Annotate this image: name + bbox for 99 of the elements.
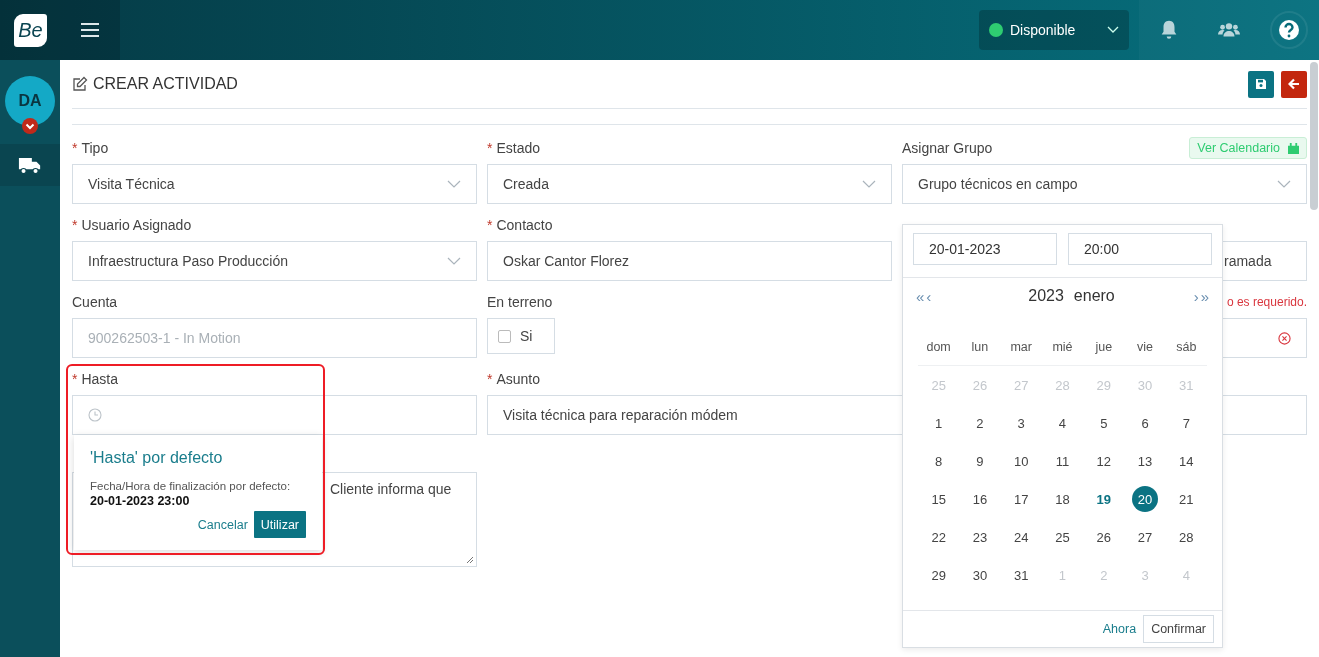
required-mark: * (72, 216, 78, 235)
calendar-day[interactable]: 7 (1173, 410, 1200, 436)
weekday-label: sáb (1175, 340, 1198, 354)
input-field[interactable] (72, 395, 477, 435)
calendar-day[interactable]: 13 (1132, 448, 1159, 474)
use-button[interactable]: Utilizar (253, 511, 306, 538)
calendar-day[interactable]: 6 (1132, 410, 1159, 436)
save-button[interactable] (1248, 70, 1274, 98)
calendar-day[interactable]: 27 (1132, 524, 1159, 550)
previous-month-button[interactable]: ‹ (925, 287, 933, 305)
input-field[interactable]: Oskar Cantor Florez (487, 241, 892, 281)
weekday-label: vie (1136, 340, 1155, 354)
calendar-day[interactable]: 19 (1090, 486, 1117, 512)
calendar-day[interactable]: 23 (966, 524, 993, 550)
confirm-button[interactable]: Confirmar (1143, 615, 1214, 643)
field-label: Asignar Grupo (902, 139, 993, 158)
field-label: Tipo (81, 139, 109, 158)
checkbox[interactable]: Si (487, 318, 555, 354)
chevron-down-icon (862, 180, 876, 188)
next-year-button[interactable]: » (1199, 287, 1210, 305)
next-month-button[interactable]: › (1192, 287, 1200, 305)
clock-icon (88, 408, 102, 422)
select-field[interactable]: Creada (487, 164, 892, 204)
logo[interactable]: Be (14, 13, 47, 47)
calendar-day[interactable]: 22 (925, 524, 952, 550)
time-field[interactable]: 20:00 (1068, 233, 1212, 265)
calendar-day[interactable]: 8 (925, 448, 952, 474)
scrollbar[interactable] (1310, 62, 1318, 210)
calendar-day[interactable]: 14 (1173, 448, 1200, 474)
required-mark: * (72, 139, 78, 158)
month-label[interactable]: enero (1073, 287, 1115, 305)
chevron-badge-icon[interactable] (22, 118, 38, 134)
weekday-label: mar (1009, 340, 1033, 354)
user-avatar[interactable]: DA (5, 76, 55, 126)
required-mark: * (487, 216, 493, 235)
help-icon[interactable] (1270, 11, 1308, 49)
calendar-day[interactable]: 10 (1008, 448, 1035, 474)
menu-icon[interactable] (80, 22, 100, 38)
weekday-label: jue (1094, 340, 1114, 354)
select-field[interactable]: Infraestructura Paso Producción (72, 241, 477, 281)
calendar-day[interactable]: 3 (1008, 410, 1035, 436)
chevron-down-icon (447, 180, 461, 188)
popover-text: Fecha/Hora de finalización por defecto: (90, 480, 292, 492)
calendar-day[interactable]: 4 (1049, 410, 1076, 436)
calendar-icon (1288, 142, 1299, 154)
required-mark: * (487, 139, 493, 158)
arrow-left-icon (1288, 78, 1300, 90)
required-mark: * (72, 370, 78, 389)
back-button[interactable] (1281, 70, 1307, 98)
status-dropdown[interactable]: Disponible (979, 10, 1129, 50)
select-field[interactable]: Visita Técnica (72, 164, 477, 204)
calendar-day[interactable]: 17 (1008, 486, 1035, 512)
calendar-day[interactable]: 26 (1090, 524, 1117, 550)
year-label[interactable]: 2023 (1028, 287, 1064, 305)
save-icon (1255, 78, 1267, 90)
calendar-day[interactable]: 1 (925, 410, 952, 436)
calendar-day[interactable]: 15 (925, 486, 952, 512)
weekday-label: dom (925, 340, 952, 354)
field-label: Asunto (496, 370, 541, 389)
previous-year-button[interactable]: « (915, 287, 926, 305)
calendar-day[interactable]: 25 (1049, 524, 1076, 550)
edit-icon (72, 76, 88, 92)
calendar-day[interactable]: 31 (1008, 562, 1035, 588)
calendar-day[interactable]: 9 (966, 448, 993, 474)
field-label: Estado (496, 139, 541, 158)
truck-icon[interactable] (18, 155, 42, 175)
field-label: Usuario Asignado (81, 216, 192, 235)
calendar-day[interactable]: 24 (1008, 524, 1035, 550)
required-mark: * (487, 370, 493, 389)
field-label: Contacto (496, 216, 553, 235)
page-title: CREAR ACTIVIDAD (93, 75, 239, 93)
chevron-down-icon (1107, 26, 1119, 34)
calendar-day[interactable]: 5 (1090, 410, 1117, 436)
calendar-day[interactable]: 18 (1049, 486, 1076, 512)
field-label: En terreno (487, 293, 553, 312)
resize-grip-icon (466, 556, 474, 564)
clear-icon[interactable] (1278, 331, 1291, 345)
calendar-day[interactable]: 29 (925, 562, 952, 588)
weekday-label: lun (970, 340, 990, 354)
field-label: Hasta (81, 370, 119, 389)
chevron-down-icon (1277, 180, 1291, 188)
weekday-label: mié (1051, 340, 1074, 354)
default-datetime: 20-01-2023 23:00 (90, 494, 191, 508)
field-label: Cuenta (72, 293, 118, 312)
date-field[interactable]: 20-01-2023 (913, 233, 1057, 265)
calendar-day[interactable]: 2 (966, 410, 993, 436)
cancel-link[interactable]: Cancelar (197, 517, 248, 532)
calendar-day[interactable]: 21 (1173, 486, 1200, 512)
calendar-day[interactable]: 12 (1090, 448, 1117, 474)
calendar-day[interactable]: 30 (966, 562, 993, 588)
now-link[interactable]: Ahora (1102, 622, 1137, 636)
calendar-day[interactable]: 16 (966, 486, 993, 512)
calendar-day[interactable]: 20 (1132, 486, 1159, 512)
chevron-down-icon (447, 257, 461, 265)
calendar-day[interactable]: 11 (1049, 448, 1076, 474)
select-field[interactable]: Grupo técnicos en campo (902, 164, 1307, 204)
error-message: o es requerido. (1226, 294, 1307, 311)
calendar-day[interactable]: 28 (1173, 524, 1200, 550)
popover-title: 'Hasta' por defecto (90, 449, 224, 468)
